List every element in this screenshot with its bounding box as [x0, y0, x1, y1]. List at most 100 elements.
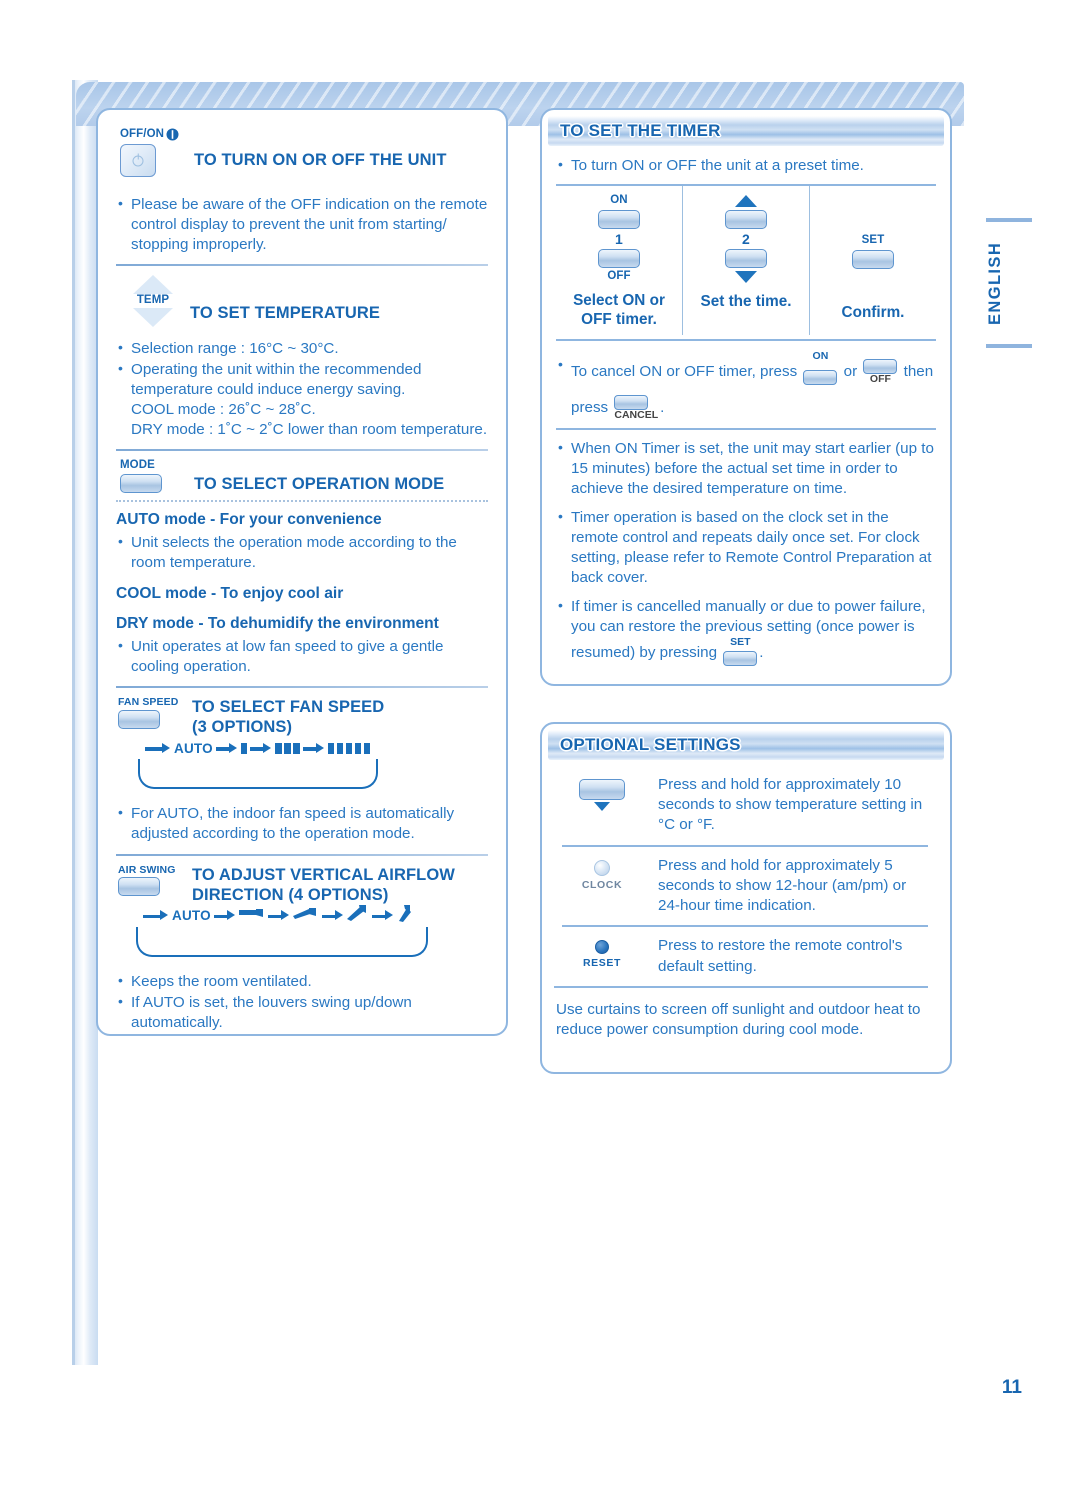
reset-button[interactable] — [595, 940, 609, 955]
timer-up-arrow-icon — [735, 195, 757, 208]
cancel-text-a: To cancel ON or OFF timer, press — [571, 363, 798, 381]
arrow-icon — [321, 910, 344, 922]
clock-button[interactable] — [594, 859, 610, 876]
optional-row-temp-unit: Press and hold for approximately 10 seco… — [546, 766, 938, 845]
divider — [556, 339, 936, 342]
arrow-icon — [250, 742, 272, 754]
timer-notes: When ON Timer is set, the unit may start… — [556, 438, 936, 669]
fan-speed-cycle-diagram: AUTO — [138, 737, 378, 790]
optional-settings-panel: OPTIONAL SETTINGS Press and hold for app… — [540, 722, 952, 1074]
inline-set-button[interactable]: SET — [723, 636, 758, 669]
timer-off-button[interactable] — [598, 248, 640, 268]
page-number: 11 — [1001, 1377, 1022, 1398]
air-swing-button[interactable] — [118, 877, 160, 897]
air-swing-bullets: Keeps the room ventilated. If AUTO is se… — [116, 971, 488, 1033]
arrow-icon — [267, 910, 290, 922]
air-swing-cycle-diagram: AUTO — [136, 904, 428, 957]
timer-step-1-caption: Select ON or OFF timer. — [573, 292, 665, 329]
temp-button-label: TEMP — [136, 294, 170, 307]
list-item: To cancel ON or OFF timer, press ON or O… — [556, 350, 936, 423]
timer-step-number: 1 — [615, 230, 623, 247]
cancel-text-d: press — [571, 399, 609, 417]
list-item: If AUTO is set, the louvers swing up/dow… — [116, 992, 488, 1033]
optional-row-text: Press and hold for approximately 10 seco… — [658, 776, 923, 834]
section-title-air-swing-line2: DIRECTION (4 OPTIONS) — [192, 885, 389, 904]
list-item: Unit selects the operation mode accordin… — [116, 532, 488, 573]
temp-unit-button[interactable] — [579, 779, 625, 800]
inline-off-label: OFF — [869, 373, 891, 386]
section-title-fan-speed-line2: (3 OPTIONS) — [192, 718, 293, 737]
timer-set-button[interactable] — [852, 249, 894, 269]
timer-steps: ON 1 OFF Select ON or OFF timer. 2 Set t… — [556, 186, 936, 336]
list-item: To turn ON or OFF the unit at a preset t… — [556, 155, 936, 176]
optional-row-text: Press to restore the remote control's de… — [658, 937, 903, 975]
temp-down-button[interactable] — [133, 307, 173, 327]
list-item: Operating the unit within the recommende… — [116, 359, 488, 440]
louver-angle-2-icon — [346, 905, 369, 926]
divider — [116, 686, 488, 689]
inline-set-label: SET — [730, 636, 751, 649]
arrow-icon — [213, 910, 236, 922]
timer-step-3: SET Confirm. — [809, 186, 936, 336]
timer-time-down-button[interactable] — [725, 249, 767, 269]
timer-cancel-instruction: To cancel ON or OFF timer, press ON or O… — [556, 350, 936, 423]
inline-cancel-button[interactable]: CANCEL — [614, 395, 658, 421]
temp-up-button[interactable] — [133, 275, 173, 295]
temperature-bullets: Selection range : 16°C ~ 30°C. Operating… — [116, 338, 488, 440]
inline-timer-off-button[interactable]: OFF — [863, 359, 898, 386]
timer-step-3-caption: Confirm. — [841, 303, 905, 321]
timer-intro-bullets: To turn ON or OFF the unit at a preset t… — [556, 155, 936, 176]
inline-cancel-label: CANCEL — [614, 409, 659, 422]
timer-panel: TO SET THE TIMER To turn ON or OFF the u… — [540, 108, 952, 686]
divider — [116, 449, 488, 451]
cancel-text-c: then — [903, 363, 934, 381]
air-swing-button-label: AIR SWING — [118, 863, 176, 876]
optional-row-text: Press and hold for approximately 5 secon… — [658, 856, 907, 915]
timer-off-label: OFF — [607, 269, 631, 282]
divider — [116, 853, 488, 856]
page-left-edge-line — [72, 80, 75, 1365]
timer-on-button[interactable] — [598, 209, 640, 229]
timer-down-arrow-icon — [735, 271, 757, 284]
restore-text-b: . — [759, 643, 764, 661]
mode-button[interactable] — [120, 473, 162, 493]
optional-row-icon-wrap: RESET — [546, 936, 658, 969]
mode-auto-bullets: Unit selects the operation mode accordin… — [116, 532, 488, 573]
timer-step-2-caption: Set the time. — [700, 293, 792, 311]
timer-time-up-button[interactable] — [725, 210, 767, 230]
cancel-text-b: or — [843, 363, 858, 381]
power-icon — [166, 128, 179, 141]
optional-row-icon-wrap — [546, 775, 658, 811]
turn-on-off-bullets: Please be aware of the OFF indication on… — [116, 194, 488, 255]
timer-panel-header: TO SET THE TIMER — [548, 116, 944, 146]
section-title-set-temperature: TO SET TEMPERATURE — [190, 304, 381, 323]
list-item: If timer is cancelled manually or due to… — [556, 596, 936, 669]
section-title-operation-mode: TO SELECT OPERATION MODE — [194, 475, 445, 493]
mode-heading-auto: AUTO mode - For your convenience — [116, 511, 382, 529]
language-tab-rule-top — [986, 218, 1032, 222]
page-left-rail-gradient — [72, 80, 98, 1365]
fan-speed-bullets: For AUTO, the indoor fan speed is automa… — [116, 803, 488, 844]
offon-button-label: OFF/ON — [120, 127, 165, 140]
section-title-air-swing-line1: TO ADJUST VERTICAL AIRFLOW — [192, 865, 455, 884]
optional-settings-header-label: OPTIONAL SETTINGS — [560, 735, 741, 754]
divider — [556, 427, 936, 430]
list-item: Selection range : 16°C ~ 30°C. — [116, 338, 488, 359]
inline-timer-on-button[interactable]: ON — [803, 351, 838, 393]
offon-button[interactable] — [120, 144, 156, 177]
air-swing-titles: TO ADJUST VERTICAL AIRFLOW DIRECTION (4 … — [192, 865, 455, 905]
optional-settings-header: OPTIONAL SETTINGS — [548, 730, 944, 760]
list-item: Keeps the room ventilated. — [116, 971, 488, 992]
list-item: For AUTO, the indoor fan speed is automa… — [116, 803, 488, 844]
section-turn-on-off: OFF/ON TO TURN ON OR OFF THE UNIT — [116, 128, 488, 182]
section-fan-speed: FAN SPEED TO SELECT FAN SPEED (3 OPTIONS… — [116, 697, 488, 737]
fan-speed-button-label: FAN SPEED — [118, 696, 179, 709]
fan-speed-button[interactable] — [118, 709, 160, 729]
language-tab: ENGLISH — [986, 218, 1032, 350]
manual-page: ENGLISH 11 OFF/ON TO TURN ON OR OFF THE … — [0, 0, 1080, 1491]
timer-step-number: 2 — [742, 231, 750, 248]
section-title-turn-on-off: TO TURN ON OR OFF THE UNIT — [194, 151, 447, 169]
timer-step-2: 2 Set the time. — [682, 186, 809, 336]
chevron-down-icon — [594, 802, 610, 811]
fan-speed-level-5-icon — [327, 742, 371, 754]
